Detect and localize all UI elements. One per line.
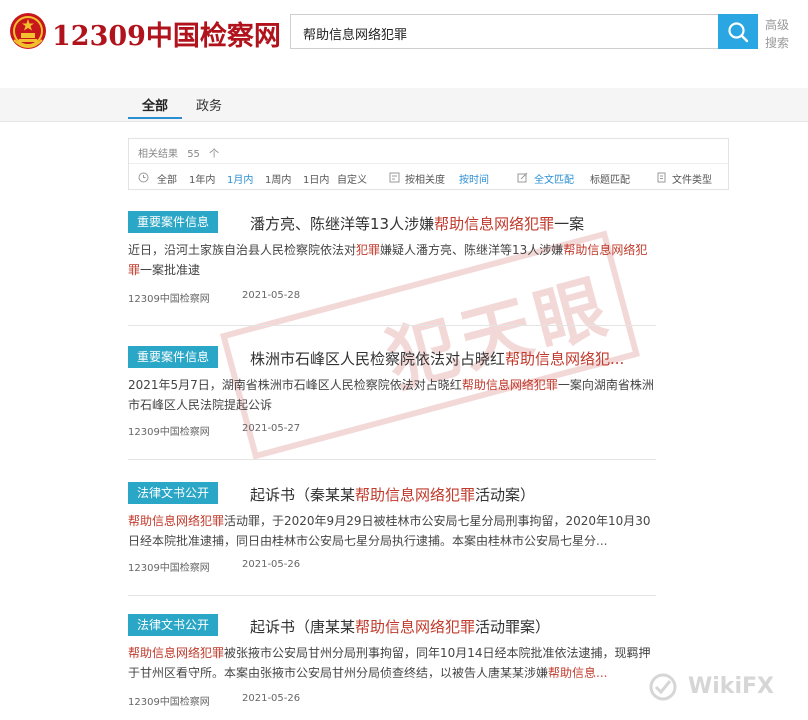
result-title-highlight: 帮助信息网络犯罪 [355,618,476,636]
filter-panel: 相关结果 55 个 全部 1年内 1月内 1周内 1日内 自定义 按相关度 按时… [128,138,729,190]
clock-icon [138,172,149,183]
result-title-highlight: 帮助信息网络犯罪 [355,486,476,504]
search-button[interactable] [718,14,758,49]
abstract-highlight: 帮助信息网络犯罪 [128,514,225,528]
sort-icon [389,172,400,183]
result-title-text: 株洲市石峰区人民检察院依法对占晓红 [250,350,506,368]
search-input[interactable]: 帮助信息网络犯罪 [290,14,718,49]
result-item: 法律文书公开 起诉书（秦某某帮助信息网络犯罪活动案） 帮助信息网络犯罪活动罪，于… [128,482,656,597]
match-fulltext[interactable]: 全文匹配 [534,171,574,186]
result-badge: 重要案件信息 [128,211,218,233]
wikifx-watermark-text: WikiFX [688,674,774,699]
result-date: 2021-05-26 [242,693,301,704]
advanced-search-line1: 高级 [765,18,790,32]
result-title-text: 潘方亮、陈继洋等13人涉嫌 [250,215,435,233]
result-title-highlight: 帮助信息网络犯罪 [434,215,555,233]
category-tabs: 全部 政务 [0,88,808,122]
result-divider [128,595,656,596]
time-filter-all[interactable]: 全部 [157,171,177,186]
result-date: 2021-05-27 [242,423,301,434]
site-logo-text[interactable]: 12309中国检察网 [52,14,281,53]
result-badge: 重要案件信息 [128,346,218,368]
page-header: 12309中国检察网 帮助信息网络犯罪 高级 搜索 [0,0,808,88]
result-badge: 法律文书公开 [128,482,218,504]
abstract-text: 嫌疑人潘方亮、陈继洋等13人涉嫌 [380,243,564,257]
result-date: 2021-05-28 [242,290,301,301]
edit-icon [517,172,528,183]
sort-by-relevance[interactable]: 按相关度 [405,171,445,186]
abstract-highlight: 犯罪 [356,243,381,257]
result-count-unit: 个 [209,149,220,160]
advanced-search-line2: 搜索 [765,36,790,50]
result-title[interactable]: 株洲市石峰区人民检察院依法对占晓红帮助信息网络犯... [250,348,656,369]
result-abstract: 2021年5月7日，湖南省株洲市石峰区人民检察院依法对占晓红帮助信息网络犯罪一案… [128,375,656,415]
filter-divider [129,163,728,164]
result-item: 法律文书公开 起诉书（唐某某帮助信息网络犯罪活动罪案） 帮助信息网络犯罪被张掖市… [128,614,656,720]
result-title-text-end: 活动案） [475,486,536,504]
result-title-highlight: 帮助信息网络犯... [505,350,625,368]
national-emblem-icon [10,13,46,49]
filter-row: 全部 1年内 1月内 1周内 1日内 自定义 按相关度 按时间 全文匹配 标题匹… [129,171,729,187]
tab-all[interactable]: 全部 [127,95,183,119]
result-title-text-end: 活动罪案） [475,618,551,636]
advanced-search-link[interactable]: 高级 搜索 [765,16,795,52]
result-source: 12309中国检察网 [128,563,210,574]
result-source: 12309中国检察网 [128,697,210,708]
wikifx-watermark: WikiFX [648,668,798,708]
file-type-filter[interactable]: 文件类型 [672,171,712,186]
result-item: 重要案件信息 株洲市石峰区人民检察院依法对占晓红帮助信息网络犯... 2021年… [128,346,656,461]
result-count: 相关结果 55 个 [138,145,219,160]
result-badge: 法律文书公开 [128,614,218,636]
abstract-fade [128,544,656,558]
sort-by-time[interactable]: 按时间 [459,171,489,186]
result-title[interactable]: 起诉书（秦某某帮助信息网络犯罪活动案） [250,484,656,505]
time-filter-1week[interactable]: 1周内 [265,171,291,186]
result-abstract: 近日，沿河土家族自治县人民检察院依法对犯罪嫌疑人潘方亮、陈继洋等13人涉嫌帮助信… [128,240,656,280]
abstract-text: 2021年5月7日，湖南省株洲市石峰区人民检察院依法对占晓红 [128,378,462,392]
result-source: 12309中国检察网 [128,294,210,305]
file-type-icon [657,172,666,183]
result-count-value: 55 [187,149,200,160]
wikifx-logo-icon [649,673,677,701]
result-divider [128,459,656,460]
result-count-label: 相关结果 [138,149,178,160]
abstract-text: 一案批准逮 [140,263,201,277]
result-source: 12309中国检察网 [128,427,210,438]
time-filter-1day[interactable]: 1日内 [303,171,329,186]
result-title-text-end: 一案 [554,215,585,233]
result-divider [128,325,656,326]
time-filter-custom[interactable]: 自定义 [337,171,367,186]
result-item: 重要案件信息 潘方亮、陈继洋等13人涉嫌帮助信息网络犯罪一案 近日，沿河土家族自… [128,211,656,326]
time-filter-1month[interactable]: 1月内 [227,171,253,186]
result-title-text: 起诉书（唐某某 [250,618,356,636]
tab-government[interactable]: 政务 [196,95,222,114]
abstract-fade [128,676,656,690]
result-date: 2021-05-26 [242,559,301,570]
result-title[interactable]: 潘方亮、陈继洋等13人涉嫌帮助信息网络犯罪一案 [250,213,656,234]
time-filter-1year[interactable]: 1年内 [189,171,215,186]
abstract-highlight: 帮助信息网络犯罪 [461,378,558,392]
match-title[interactable]: 标题匹配 [590,171,630,186]
result-title[interactable]: 起诉书（唐某某帮助信息网络犯罪活动罪案） [250,616,656,637]
abstract-text: 近日，沿河土家族自治县人民检察院依法对 [128,243,357,257]
search-icon [728,22,749,43]
result-title-text: 起诉书（秦某某 [250,486,356,504]
abstract-highlight: 帮助信息网络犯罪 [128,646,225,660]
